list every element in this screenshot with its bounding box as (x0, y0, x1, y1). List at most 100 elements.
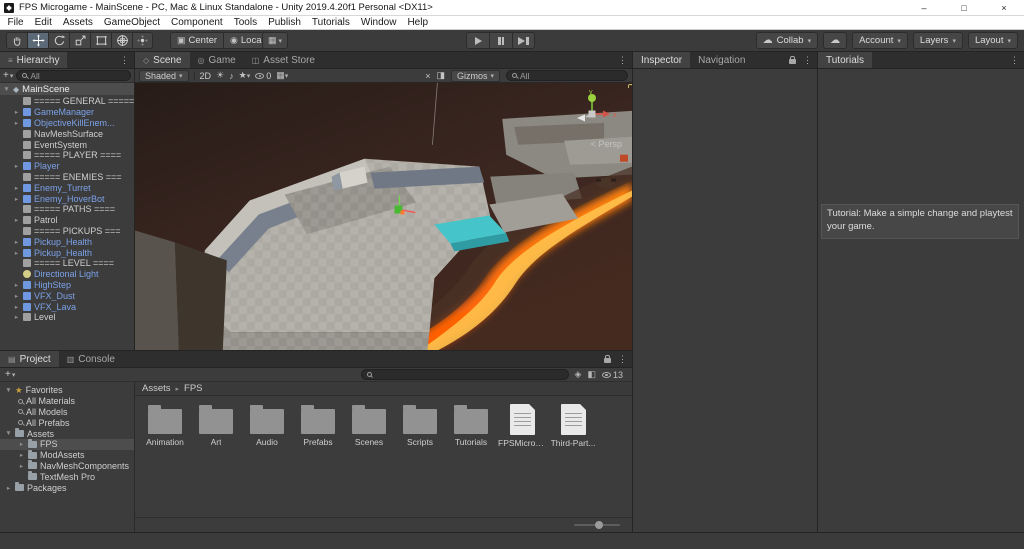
menu-publish[interactable]: Publish (263, 17, 307, 28)
layers-dropdown[interactable]: Layers ▾ (912, 32, 963, 49)
expand-arrow-icon[interactable]: ▸ (13, 108, 20, 116)
scene-visibility-toggle[interactable]: 0 (255, 71, 271, 81)
menu-tools[interactable]: Tools (228, 17, 262, 28)
panel-menu-icon[interactable]: ⋮ (613, 52, 632, 68)
minimize-button[interactable]: – (904, 0, 944, 15)
projection-label[interactable]: < Persp (591, 139, 622, 149)
camera-settings-icon[interactable]: ◨ (436, 70, 445, 81)
hierarchy-item[interactable]: ===== LEVEL ==== (0, 258, 134, 269)
expand-arrow-icon[interactable]: ▸ (18, 462, 25, 470)
hierarchy-search-input[interactable]: All (16, 70, 131, 81)
expand-arrow-icon[interactable]: ▸ (13, 238, 20, 246)
tree-item-assets[interactable]: ▼ Assets (0, 428, 134, 439)
menu-help[interactable]: Help (402, 17, 434, 28)
account-dropdown[interactable]: Account ▾ (852, 32, 908, 49)
asset-item-art[interactable]: Art (195, 403, 237, 448)
asset-item-prefabs[interactable]: Prefabs (297, 403, 339, 448)
inspector-lock-icon[interactable] (787, 52, 798, 68)
toggle-2d-button[interactable]: 2D (200, 71, 212, 81)
layout-dropdown[interactable]: Layout ▾ (967, 32, 1018, 49)
hierarchy-item[interactable]: Directional Light (0, 269, 134, 280)
expand-arrow-icon[interactable]: ▸ (13, 292, 20, 300)
maximize-button[interactable]: □ (944, 0, 984, 15)
collab-dropdown[interactable]: ☁ Collab ▾ (755, 32, 819, 49)
expand-arrow-icon[interactable]: ▸ (13, 281, 20, 289)
menu-component[interactable]: Component (166, 17, 229, 28)
tab-inspector[interactable]: Inspector (633, 52, 691, 68)
tab-tutorials[interactable]: Tutorials (818, 52, 872, 68)
hierarchy-item[interactable]: ▸ Pickup_Health (0, 236, 134, 247)
hierarchy-item[interactable]: ===== ENEMIES === (0, 172, 134, 183)
scene-search-input[interactable]: All (506, 70, 628, 81)
expand-arrow-icon[interactable]: ▸ (13, 303, 20, 311)
asset-item-fpsmicrogame[interactable]: FPSMicrog... (498, 403, 546, 448)
tree-item-fps[interactable]: ▸ FPS (0, 438, 134, 450)
menu-file[interactable]: File (2, 17, 29, 28)
component-tools-icon[interactable]: × (425, 71, 430, 81)
grid-snap-button[interactable]: ▦ ▾ (262, 32, 289, 49)
tree-item-navmeshcomponents[interactable]: ▸ NavMeshComponents (0, 460, 134, 472)
tree-item-modassets[interactable]: ▸ ModAssets (0, 449, 134, 461)
hierarchy-item[interactable]: ▸ GameManager (0, 107, 134, 118)
asset-item-audio[interactable]: Audio (246, 403, 288, 448)
tree-item-all-materials[interactable]: All Materials (0, 396, 134, 407)
hierarchy-item[interactable]: ▸ Enemy_HoverBot (0, 193, 134, 204)
cloud-services-button[interactable]: ☁ (823, 32, 848, 49)
hierarchy-item[interactable]: NavMeshSurface (0, 128, 134, 139)
rect-tool-button[interactable] (90, 32, 111, 49)
collapse-arrow-icon[interactable]: ▼ (5, 387, 12, 394)
collapse-arrow-icon[interactable]: ▼ (5, 430, 12, 437)
panel-menu-icon[interactable]: ⋮ (115, 52, 134, 68)
asset-item-thirdparty[interactable]: Third-Part... (551, 403, 595, 448)
tree-item-all-models[interactable]: All Models (0, 407, 134, 418)
hierarchy-item[interactable]: ===== GENERAL ===== (0, 96, 134, 107)
project-lock-icon[interactable] (602, 351, 613, 367)
rotate-tool-button[interactable] (48, 32, 69, 49)
scene-header-row[interactable]: ▼ ◆ MainScene (0, 83, 134, 95)
hierarchy-item[interactable]: ▸ Level (0, 312, 134, 323)
tab-game[interactable]: ◎ Game (190, 52, 244, 68)
create-asset-button[interactable]: + ▾ (5, 369, 15, 380)
expand-arrow-icon[interactable]: ▸ (5, 484, 12, 492)
menu-assets[interactable]: Assets (57, 17, 98, 28)
tab-console[interactable]: ▥ Console (59, 351, 123, 367)
hierarchy-item[interactable]: EventSystem (0, 139, 134, 150)
audio-icon[interactable]: ♪ (229, 71, 234, 81)
expand-arrow-icon[interactable]: ▸ (13, 162, 20, 170)
tree-item-packages[interactable]: ▸ Packages (0, 482, 134, 493)
asset-item-animation[interactable]: Animation (144, 403, 186, 448)
expand-arrow-icon[interactable]: ▸ (13, 249, 20, 257)
slider-handle[interactable] (595, 521, 603, 529)
tab-hierarchy[interactable]: ≡ Hierarchy (0, 52, 68, 68)
tab-asset-store[interactable]: ◫ Asset Store (244, 52, 323, 68)
expand-arrow-icon[interactable]: ▸ (18, 440, 25, 448)
panel-menu-icon[interactable]: ⋮ (1005, 52, 1024, 68)
asset-item-scripts[interactable]: Scripts (399, 403, 441, 448)
search-by-type-icon[interactable]: ◈ (575, 369, 582, 380)
step-button[interactable] (512, 32, 535, 49)
create-button[interactable]: + ▾ (3, 70, 13, 81)
asset-item-scenes[interactable]: Scenes (348, 403, 390, 448)
breadcrumb-current[interactable]: FPS (184, 383, 202, 394)
hierarchy-item[interactable]: ▸ VFX_Dust (0, 290, 134, 301)
shading-dropdown[interactable]: Shaded ▾ (139, 69, 189, 82)
hidden-packages-toggle[interactable]: 13 (601, 370, 623, 380)
menu-window[interactable]: Window (355, 17, 402, 28)
expand-arrow-icon[interactable]: ▸ (13, 119, 20, 127)
expand-arrow-icon[interactable]: ▸ (13, 184, 20, 192)
tree-item-textmesh-pro[interactable]: TextMesh Pro (0, 471, 134, 482)
pause-button[interactable] (489, 32, 512, 49)
move-tool-button[interactable] (27, 32, 48, 49)
panel-menu-icon[interactable]: ⋮ (798, 52, 817, 68)
effects-icon[interactable]: ★▾ (239, 70, 251, 81)
hierarchy-item[interactable]: ▸ Patrol (0, 215, 134, 226)
collapse-arrow-icon[interactable]: ▼ (3, 86, 10, 93)
custom-tool-button[interactable] (132, 32, 153, 49)
expand-arrow-icon[interactable]: ▸ (13, 216, 20, 224)
tree-item-all-prefabs[interactable]: All Prefabs (0, 417, 134, 428)
expand-arrow-icon[interactable]: ▸ (18, 451, 25, 459)
expand-arrow-icon[interactable]: ▸ (13, 313, 20, 321)
menu-edit[interactable]: Edit (29, 17, 57, 28)
tree-item-favorites[interactable]: ▼ ★ Favorites (0, 385, 134, 396)
expand-arrow-icon[interactable]: ▸ (13, 195, 20, 203)
